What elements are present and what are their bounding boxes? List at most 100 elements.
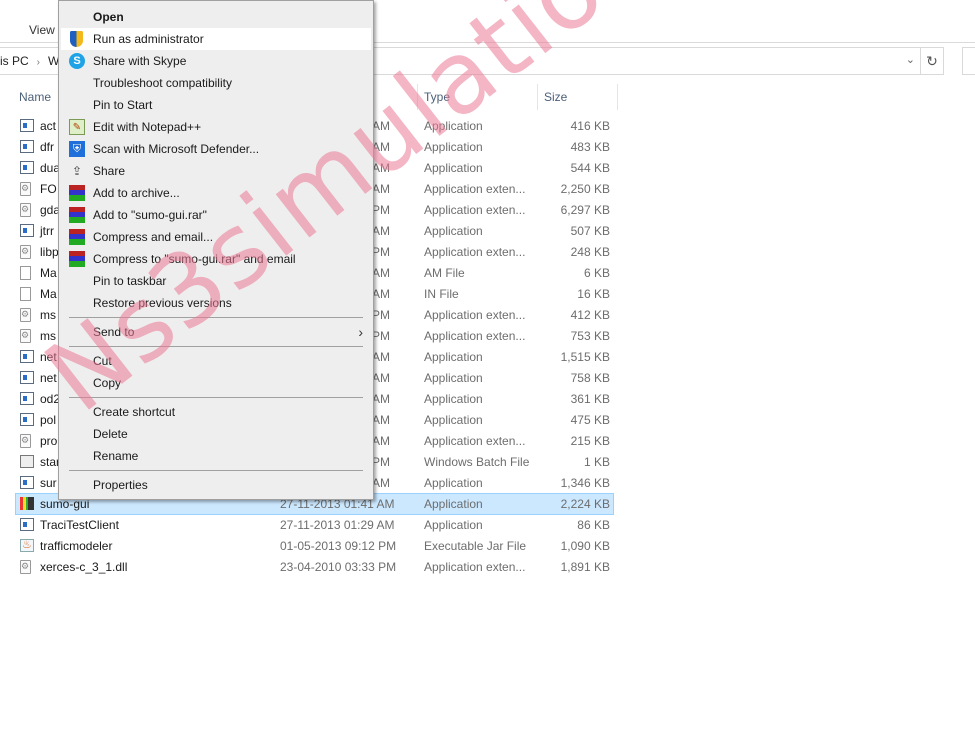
file-size: 215 KB bbox=[570, 434, 610, 448]
menu-item-label: Copy bbox=[93, 376, 122, 390]
menu-item-compress-to-sumo-gui-rar-and-email[interactable]: Compress to "sumo-gui.rar" and email bbox=[61, 248, 371, 270]
file-row[interactable]: trafficmodeler 01-05-2013 09:12 PM Executa… bbox=[16, 535, 613, 556]
menu-item-share-with-skype[interactable]: S Share with Skype bbox=[61, 50, 371, 72]
file-type: AM File bbox=[424, 266, 465, 280]
menu-item-restore-previous-versions[interactable]: Restore previous versions bbox=[61, 292, 371, 314]
rar-icon bbox=[69, 229, 85, 245]
dll-file-icon bbox=[20, 199, 31, 219]
menu-item-create-shortcut[interactable]: Create shortcut bbox=[61, 401, 371, 423]
menu-item-label: Restore previous versions bbox=[93, 296, 232, 310]
file-date: AM bbox=[372, 140, 390, 154]
file-date: PM bbox=[372, 455, 390, 469]
file-date: PM bbox=[372, 308, 390, 322]
file-type: Application bbox=[424, 350, 483, 364]
menu-item-scan-with-microsoft-defender[interactable]: ⛨ Scan with Microsoft Defender... bbox=[61, 138, 371, 160]
file-date: AM bbox=[372, 434, 390, 448]
file-size: 483 KB bbox=[570, 140, 610, 154]
menu-item-edit-with-notepad[interactable]: ✎ Edit with Notepad++ bbox=[61, 116, 371, 138]
menu-item-label: Add to "sumo-gui.rar" bbox=[93, 208, 207, 222]
menu-item-send-to[interactable]: Send to › bbox=[61, 321, 371, 343]
tab-view[interactable]: View bbox=[29, 23, 55, 37]
menu-item-troubleshoot-compatibility[interactable]: Troubleshoot compatibility bbox=[61, 72, 371, 94]
file-size: 2,250 KB bbox=[560, 182, 610, 196]
chevron-down-icon[interactable]: ⌄ bbox=[906, 53, 915, 66]
menu-item-pin-to-start[interactable]: Pin to Start bbox=[61, 94, 371, 116]
file-date: AM bbox=[372, 266, 390, 280]
menu-item-run-as-administrator[interactable]: Run as administrator bbox=[61, 28, 371, 50]
file-row[interactable]: xerces-c_3_1.dll 23-04-2010 03:33 PM Appli… bbox=[16, 556, 613, 577]
file-name: sur bbox=[40, 476, 57, 490]
file-name: pro bbox=[40, 434, 58, 448]
menu-item-rename[interactable]: Rename bbox=[61, 445, 371, 467]
file-type: Application bbox=[424, 476, 483, 490]
sumo-file-icon bbox=[20, 497, 34, 510]
refresh-icon: ↻ bbox=[926, 53, 938, 69]
file-date: AM bbox=[372, 350, 390, 364]
menu-separator bbox=[69, 397, 363, 398]
menu-item-compress-and-email[interactable]: Compress and email... bbox=[61, 226, 371, 248]
file-type: Application bbox=[424, 224, 483, 238]
menu-item-label: Scan with Microsoft Defender... bbox=[93, 142, 260, 156]
file-name: Ma bbox=[40, 266, 57, 280]
app-file-icon bbox=[20, 119, 34, 132]
file-name: ms bbox=[40, 308, 56, 322]
column-header-type[interactable]: Type bbox=[424, 84, 450, 110]
file-name: pol bbox=[40, 413, 57, 427]
jar-file-icon bbox=[20, 535, 34, 555]
defender-icon: ⛨ bbox=[69, 141, 85, 157]
menu-item-add-to-sumo-gui-rar[interactable]: Add to "sumo-gui.rar" bbox=[61, 204, 371, 226]
file-name: dfr bbox=[40, 140, 55, 154]
refresh-button[interactable]: ↻ bbox=[920, 47, 944, 75]
app-file-icon bbox=[20, 350, 34, 363]
file-date: PM bbox=[372, 203, 390, 217]
menu-item-open[interactable]: Open bbox=[61, 6, 371, 28]
menu-separator bbox=[69, 346, 363, 347]
file-row[interactable]: TraciTestClient 27-11-2013 01:29 AM Applic… bbox=[16, 515, 613, 535]
file-name: Ma bbox=[40, 287, 57, 301]
file-date: AM bbox=[372, 413, 390, 427]
column-divider[interactable] bbox=[617, 84, 618, 110]
menu-item-label: Share bbox=[93, 164, 126, 178]
menu-item-delete[interactable]: Delete bbox=[61, 423, 371, 445]
menu-item-cut[interactable]: Cut bbox=[61, 350, 371, 372]
menu-item-label: Compress to "sumo-gui.rar" and email bbox=[93, 252, 296, 266]
file-date: AM bbox=[372, 476, 390, 490]
menu-item-copy[interactable]: Copy bbox=[61, 372, 371, 394]
menu-item-share[interactable]: ⇪ Share bbox=[61, 160, 371, 182]
file-date: AM bbox=[372, 392, 390, 406]
file-date: AM bbox=[372, 119, 390, 133]
column-divider[interactable] bbox=[537, 84, 538, 110]
file-date: 23-04-2010 03:33 PM bbox=[280, 560, 397, 574]
app-file-icon bbox=[20, 518, 34, 531]
dll-file-icon bbox=[20, 325, 31, 345]
menu-item-add-to-archive[interactable]: Add to archive... bbox=[61, 182, 371, 204]
chevron-right-icon: › bbox=[358, 324, 363, 340]
breadcrumb-this-pc[interactable]: is PC bbox=[0, 54, 29, 68]
menu-item-label: Pin to Start bbox=[93, 98, 153, 112]
column-divider[interactable] bbox=[417, 84, 418, 110]
menu-item-label: Troubleshoot compatibility bbox=[93, 76, 232, 90]
app-file-icon bbox=[20, 140, 34, 153]
file-size: 475 KB bbox=[570, 413, 610, 427]
search-input[interactable] bbox=[962, 47, 975, 75]
menu-item-label: Pin to taskbar bbox=[93, 274, 167, 288]
file-type: Application bbox=[424, 518, 483, 532]
file-name: libp bbox=[40, 245, 59, 259]
file-type: Application exten... bbox=[424, 560, 526, 574]
column-header-size[interactable]: Size bbox=[544, 84, 567, 110]
file-size: 6 KB bbox=[583, 266, 610, 280]
file-name: jtrr bbox=[40, 224, 54, 238]
file-file-icon bbox=[20, 287, 31, 301]
menu-item-pin-to-taskbar[interactable]: Pin to taskbar bbox=[61, 270, 371, 292]
menu-item-properties[interactable]: Properties bbox=[61, 474, 371, 496]
file-type: Windows Batch File bbox=[424, 455, 530, 469]
file-name: net bbox=[40, 371, 57, 385]
file-type: Executable Jar File bbox=[424, 539, 527, 553]
skype-icon: S bbox=[69, 53, 85, 69]
menu-separator bbox=[69, 470, 363, 471]
column-header-name[interactable]: Name bbox=[19, 84, 51, 110]
file-size: 1,090 KB bbox=[560, 539, 610, 553]
menu-item-label: Send to bbox=[93, 325, 135, 339]
file-size: 544 KB bbox=[570, 161, 610, 175]
menu-item-label: Add to archive... bbox=[93, 186, 180, 200]
